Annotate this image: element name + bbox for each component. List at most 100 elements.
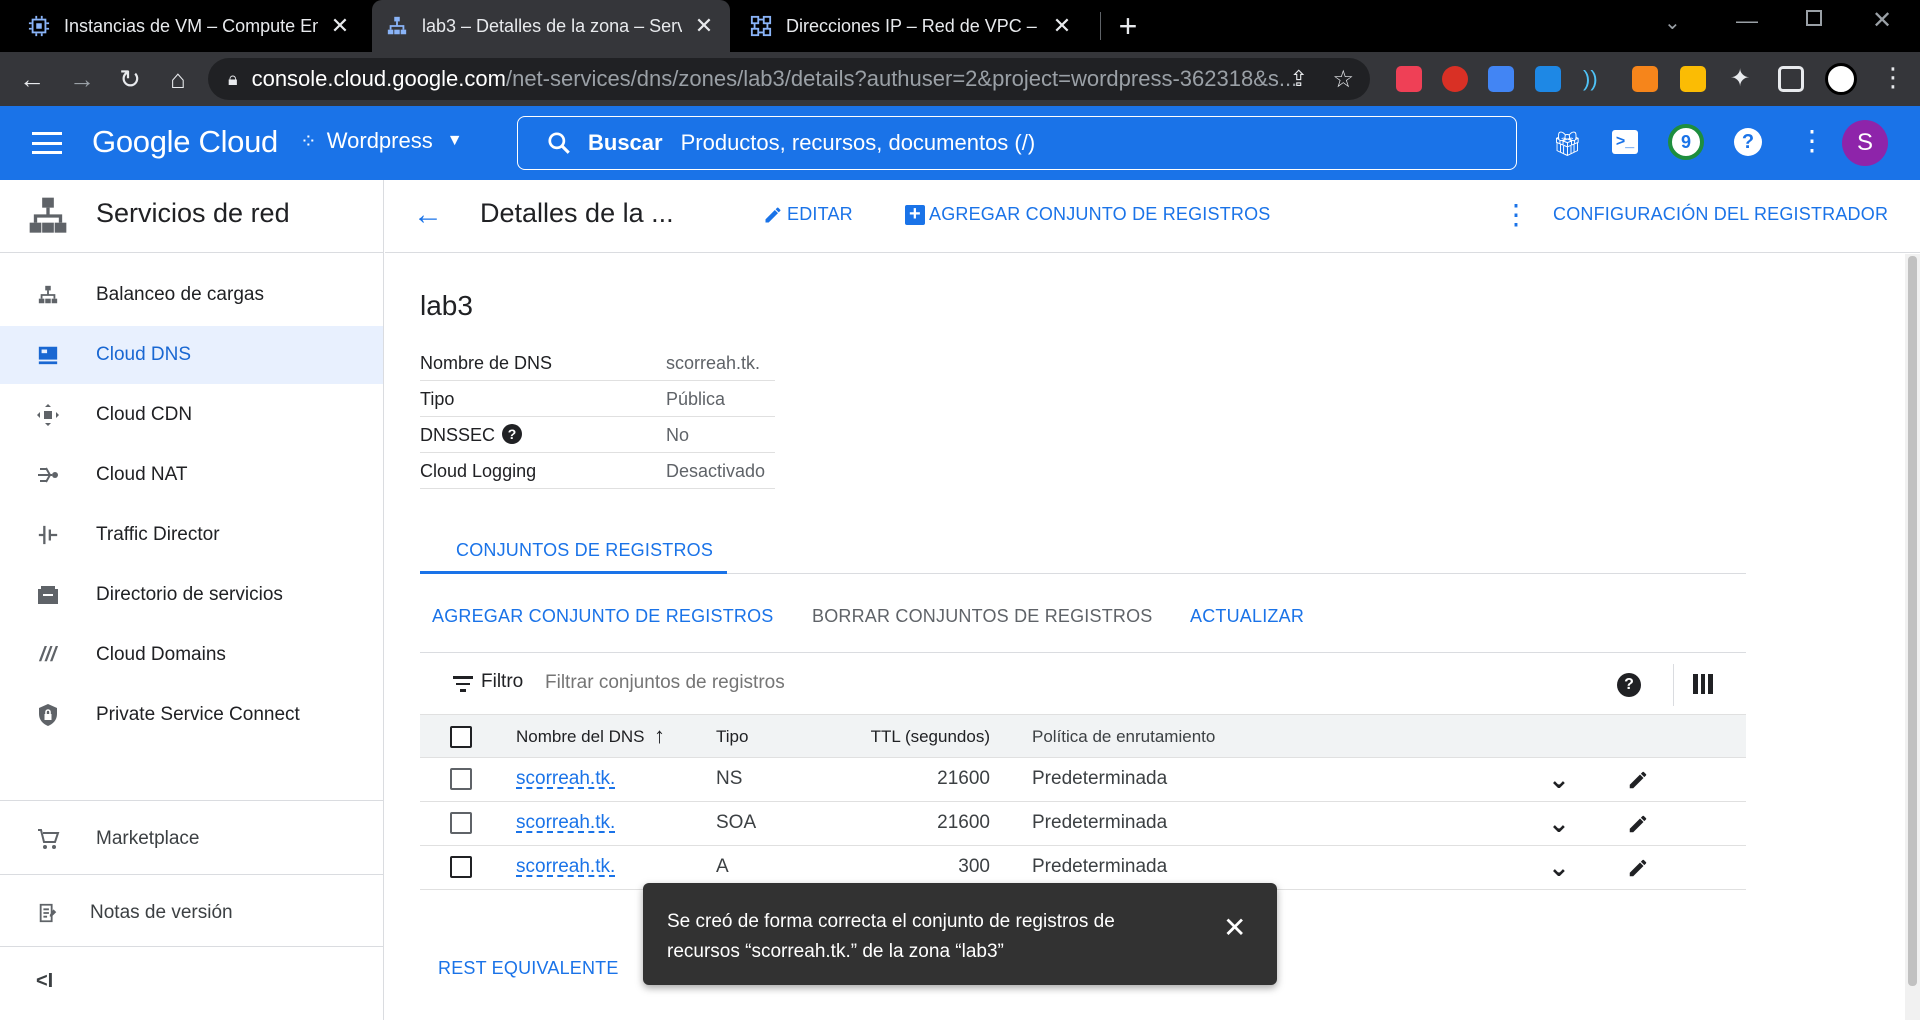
close-tab-icon[interactable]: ✕: [328, 13, 352, 39]
browser-tab-active[interactable]: lab3 – Detalles de la zona – Servi ✕: [372, 0, 730, 52]
home-icon[interactable]: ⌂: [156, 57, 200, 101]
account-avatar[interactable]: S: [1842, 120, 1888, 166]
close-window-icon[interactable]: ✕: [1872, 6, 1892, 35]
table-header: Nombre del DNS ↑ Tipo TTL (segundos) Pol…: [420, 714, 1746, 758]
tab-title: Instancias de VM – Compute Eng: [64, 15, 318, 36]
record-type: SOA: [716, 812, 757, 833]
project-selector[interactable]: ⁘ Wordpress ▼: [300, 128, 463, 154]
edit-button[interactable]: EDITAR: [763, 204, 853, 225]
close-tab-icon[interactable]: ✕: [692, 13, 716, 39]
delete-record-sets-button[interactable]: BORRAR CONJUNTOS DE REGISTROS: [812, 606, 1153, 627]
hamburger-menu-icon[interactable]: [32, 132, 62, 154]
collapse-sidebar-button[interactable]: <I: [36, 970, 53, 993]
tab-search-icon[interactable]: ⌄: [1664, 10, 1681, 35]
google-translate-icon[interactable]: [1488, 66, 1514, 92]
detail-row: DNSSEC ? No: [420, 417, 775, 453]
dns-name-link[interactable]: scorreah.tk.: [516, 768, 615, 790]
cloud-shell-icon[interactable]: >_: [1612, 130, 1638, 154]
sort-ascending-icon[interactable]: ↑: [654, 723, 665, 749]
record-ttl: 300: [958, 856, 990, 877]
reload-icon[interactable]: ↻: [108, 57, 152, 101]
cloud-nat-icon: [34, 461, 62, 489]
back-arrow-icon[interactable]: ←: [413, 198, 443, 232]
address-bar[interactable]: 🔒︎ console.cloud.google.com/net-services…: [208, 58, 1370, 100]
sidebar-item-load-balancing[interactable]: Balanceo de cargas: [0, 266, 383, 324]
sidebar-item-private-service-connect[interactable]: Private Service Connect: [0, 686, 383, 744]
row-checkbox[interactable]: [450, 812, 472, 834]
scrollbar-thumb[interactable]: [1908, 256, 1917, 986]
pocket-icon[interactable]: [1396, 66, 1422, 92]
side-panel-icon[interactable]: [1778, 66, 1804, 92]
help-icon[interactable]: ?: [1734, 128, 1762, 156]
shopping-cart-icon: [34, 825, 62, 853]
divider: [420, 652, 1746, 653]
sidebar-item-traffic-director[interactable]: Traffic Director: [0, 506, 383, 564]
google-cloud-logo[interactable]: Google Cloud: [92, 124, 278, 160]
load-balancing-icon: [34, 281, 62, 309]
new-tab-button[interactable]: +: [1108, 6, 1148, 46]
browser-menu-icon[interactable]: ⋮: [1880, 62, 1906, 93]
close-icon[interactable]: ✕: [1223, 913, 1246, 943]
sidebar-item-cloud-dns[interactable]: Cloud DNS: [0, 326, 383, 384]
cloud-dns-icon: [34, 341, 62, 369]
dns-name-link[interactable]: scorreah.tk.: [516, 812, 615, 834]
select-all-checkbox[interactable]: [450, 726, 472, 748]
puzzle-extensions-icon[interactable]: ✦: [1730, 66, 1756, 92]
more-actions-icon[interactable]: ⋮: [1502, 198, 1530, 231]
column-display-icon[interactable]: [1693, 674, 1714, 694]
back-icon[interactable]: ←: [10, 57, 54, 101]
detail-label: Nombre de DNS: [420, 353, 553, 373]
restore-icon[interactable]: [1806, 10, 1822, 26]
sidebar-item-service-directory[interactable]: Directorio de servicios: [0, 566, 383, 624]
dns-name-link[interactable]: scorreah.tk.: [516, 856, 615, 878]
row-checkbox[interactable]: [450, 856, 472, 878]
notifications-badge[interactable]: 9: [1668, 124, 1704, 160]
expand-chevron-icon[interactable]: ⌄: [1548, 808, 1570, 839]
filter-icon: [453, 676, 473, 692]
share-icon[interactable]: ⇪: [1290, 66, 1308, 92]
extension-icon[interactable]: [1680, 66, 1706, 92]
add-record-set-button[interactable]: + AGREGAR CONJUNTO DE REGISTROS: [905, 204, 1271, 225]
search-icon: [548, 132, 570, 154]
metamask-icon[interactable]: [1632, 66, 1658, 92]
marketplace-link[interactable]: Marketplace: [0, 810, 383, 868]
scrollbar-track[interactable]: [1905, 254, 1920, 1020]
release-notes-link[interactable]: Notas de versión: [0, 884, 383, 942]
more-options-icon[interactable]: ⋮: [1798, 124, 1826, 157]
help-icon[interactable]: ?: [502, 424, 522, 444]
registrar-config-button[interactable]: CONFIGURACIÓN DEL REGISTRADOR: [1553, 204, 1888, 225]
browser-tab[interactable]: Instancias de VM – Compute Eng ✕: [14, 0, 366, 52]
browser-tab[interactable]: Direcciones IP – Red de VPC – W ✕: [736, 0, 1088, 52]
add-record-set-button[interactable]: AGREGAR CONJUNTO DE REGISTROS: [432, 606, 774, 627]
pencil-icon: [765, 206, 781, 222]
edit-pencil-icon[interactable]: [1627, 857, 1649, 879]
profile-avatar[interactable]: [1825, 63, 1857, 95]
sidebar-item-label: Private Service Connect: [96, 704, 300, 725]
adblock-icon[interactable]: [1442, 66, 1468, 92]
tab-record-sets[interactable]: CONJUNTOS DE REGISTROS: [456, 540, 713, 561]
compute-engine-icon: [28, 15, 50, 37]
expand-chevron-icon[interactable]: ⌄: [1548, 852, 1570, 883]
gift-icon[interactable]: 🎁︎: [1552, 130, 1582, 159]
forward-icon[interactable]: →: [60, 57, 104, 101]
rest-equivalent-link[interactable]: REST EQUIVALENTE: [438, 958, 619, 979]
refresh-button[interactable]: ACTUALIZAR: [1190, 606, 1304, 627]
audio-extension-icon[interactable]: )): [1583, 66, 1609, 92]
minimize-icon[interactable]: —: [1736, 8, 1758, 34]
sidebar-item-cloud-nat[interactable]: Cloud NAT: [0, 446, 383, 504]
expand-chevron-icon[interactable]: ⌄: [1548, 764, 1570, 795]
extension-icon[interactable]: [1535, 66, 1561, 92]
sidebar-item-cloud-domains[interactable]: /// Cloud Domains: [0, 626, 383, 684]
row-checkbox[interactable]: [450, 768, 472, 790]
edit-pencil-icon[interactable]: [1627, 769, 1649, 791]
filter-input[interactable]: [545, 665, 1445, 701]
close-tab-icon[interactable]: ✕: [1050, 13, 1074, 39]
sidebar-item-cloud-cdn[interactable]: Cloud CDN: [0, 386, 383, 444]
bookmark-star-icon[interactable]: ☆: [1332, 65, 1354, 94]
toast-message-line-2: recursos “scorreah.tk.” de la zona “lab3…: [667, 941, 1004, 962]
search-bar[interactable]: Buscar Productos, recursos, documentos (…: [517, 116, 1517, 170]
column-header-name[interactable]: Nombre del DNS: [516, 727, 645, 747]
edit-pencil-icon[interactable]: [1627, 813, 1649, 835]
routing-policy: Predeterminada: [1032, 812, 1168, 833]
help-icon[interactable]: ?: [1617, 673, 1641, 697]
